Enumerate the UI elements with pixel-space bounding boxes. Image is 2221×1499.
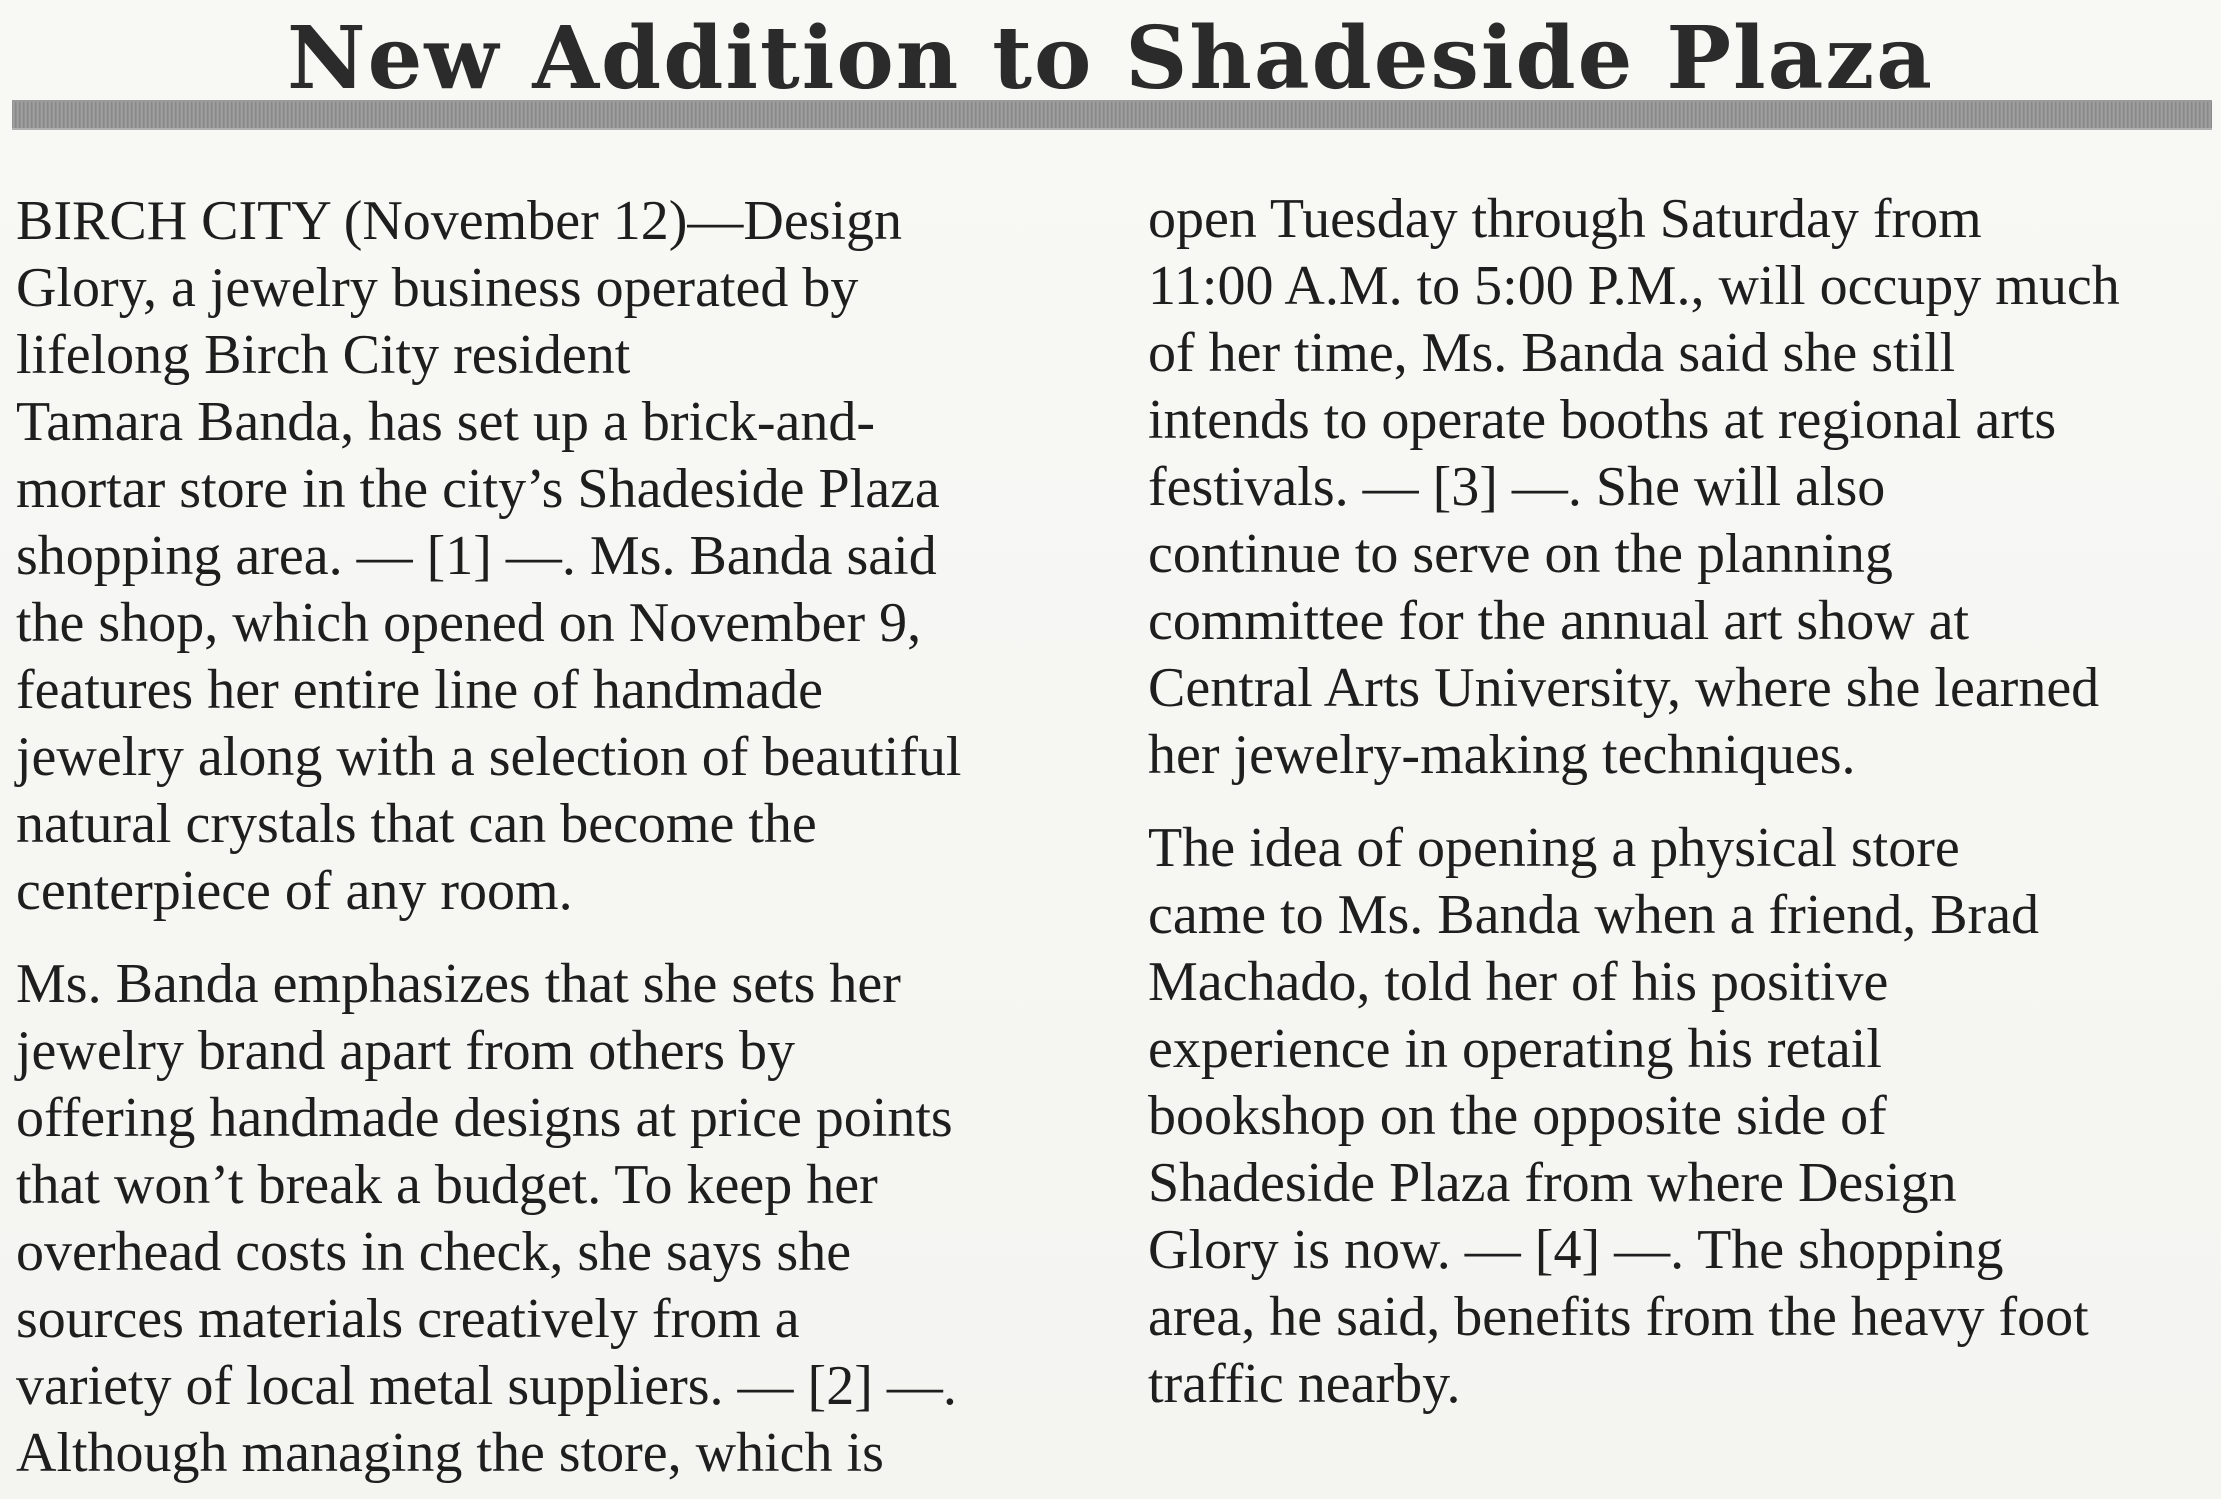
text-line: came to Ms. Banda when a friend, Brad [1148, 884, 2040, 946]
text-line: sources materials creatively from a [16, 1288, 800, 1350]
text-line: lifelong Birch City resident [16, 324, 631, 386]
text-line: jewelry brand apart from others by [16, 1020, 796, 1082]
text-line: offering handmade designs at price point… [16, 1087, 953, 1149]
paragraph-3: The idea of opening a physical store cam… [1148, 815, 2208, 1418]
text-line: experience in operating his retail [1148, 1018, 1882, 1080]
headline-rule [12, 100, 2212, 130]
text-line: Machado, told her of his positive [1148, 951, 1889, 1013]
text-line: Central Arts University, where she learn… [1148, 657, 2100, 719]
left-column: BIRCH CITY (November 12)—Design Glory, a… [16, 188, 1096, 1487]
text-line: BIRCH CITY (November 12)—Design [16, 190, 903, 252]
text-line: jewelry along with a selection of beauti… [16, 726, 962, 788]
text-line: Tamara Banda, has set up a brick-and- [16, 391, 876, 453]
text-line: Glory is now. — [4] —. The shopping [1148, 1219, 2004, 1281]
text-line: mortar store in the city’s Shadeside Pla… [16, 458, 940, 520]
text-line: The idea of opening a physical store [1148, 817, 1960, 879]
text-line: of her time, Ms. Banda said she still [1148, 322, 1956, 384]
text-line: traffic nearby. [1148, 1353, 1461, 1415]
right-column: open Tuesday through Saturday from 11:00… [1148, 186, 2208, 1418]
text-line: overhead costs in check, she says she [16, 1221, 852, 1283]
text-line: Ms. Banda emphasizes that she sets her [16, 953, 901, 1015]
text-line: festivals. — [3] —. She will also [1148, 456, 1886, 518]
text-line: committee for the annual art show at [1148, 590, 1970, 652]
text-line: 11:00 A.M. to 5:00 P.M., will occupy muc… [1148, 255, 2120, 317]
text-line: area, he said, benefits from the heavy f… [1148, 1286, 2089, 1348]
text-line: Shadeside Plaza from where Design [1148, 1152, 1957, 1214]
text-line: Although managing the store, which is [16, 1422, 884, 1484]
text-line: shopping area. — [1] —. Ms. Banda said [16, 525, 937, 587]
text-line: variety of local metal suppliers. — [2] … [16, 1355, 957, 1417]
text-line: that won’t break a budget. To keep her [16, 1154, 878, 1216]
text-line: features her entire line of handmade [16, 659, 823, 721]
text-line: continue to serve on the planning [1148, 523, 1893, 585]
text-line: the shop, which opened on November 9, [16, 592, 922, 654]
text-line: her jewelry-making techniques. [1148, 724, 1856, 786]
article-headline: New Addition to Shadeside Plaza [287, 8, 1934, 109]
text-line: open Tuesday through Saturday from [1148, 188, 1982, 250]
newspaper-page: New Addition to Shadeside Plaza BIRCH CI… [0, 0, 2221, 1499]
paragraph-1: BIRCH CITY (November 12)—Design Glory, a… [16, 188, 1096, 925]
text-line: centerpiece of any room. [16, 860, 573, 922]
text-line: Glory, a jewelry business operated by [16, 257, 859, 319]
text-line: natural crystals that can become the [16, 793, 817, 855]
text-line: intends to operate booths at regional ar… [1148, 389, 2057, 451]
text-line: bookshop on the opposite side of [1148, 1085, 1887, 1147]
paragraph-2: Ms. Banda emphasizes that she sets her j… [16, 951, 1096, 1487]
paragraph-2-continued: open Tuesday through Saturday from 11:00… [1148, 186, 2208, 789]
